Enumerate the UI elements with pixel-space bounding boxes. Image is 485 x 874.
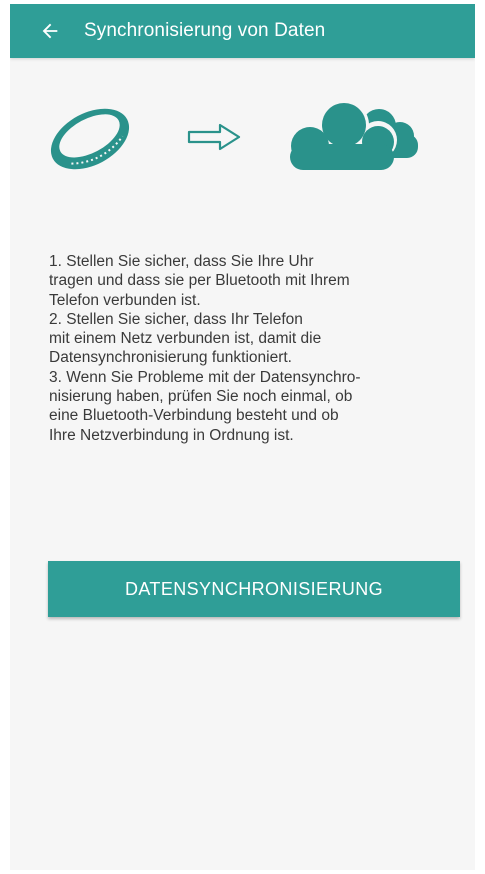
instruction-line: 3. Wenn Sie Probleme mit der Datensynchr… [49, 368, 361, 386]
fitness-band-icon [50, 108, 130, 170]
data-sync-button[interactable]: DATENSYNCHRONISIERUNG [48, 561, 460, 617]
arrow-right-outline-icon [187, 123, 241, 151]
instruction-line: nisierung haben, prüfen Sie noch einmal,… [49, 388, 353, 406]
instruction-line: 2. Stellen Sie sicher, dass Ihr Telefon [49, 310, 303, 328]
instruction-line: 1. Stellen Sie sicher, dass Sie Ihre Uhr [49, 253, 314, 270]
sync-instructions: 1. Stellen Sie sicher, dass Sie Ihre Uhr… [49, 252, 469, 445]
cloud-icon [290, 100, 418, 170]
sync-screen: Synchronisierung von Daten 1. Stellen Si… [10, 4, 475, 870]
back-button[interactable] [30, 11, 70, 51]
app-bar: Synchronisierung von Daten [10, 4, 475, 58]
sync-illustration [10, 90, 475, 190]
instruction-line: mit einem Netz verbunden ist, damit die [49, 330, 322, 348]
instruction-line: Datensynchronisierung funktioniert. [49, 349, 292, 367]
instruction-line: Ihre Netzverbindung in Ordnung ist. [49, 426, 294, 444]
arrow-left-icon [42, 23, 58, 39]
instruction-line: eine Bluetooth-Verbindung besteht und ob [49, 407, 339, 425]
instruction-line: Telefon verbunden ist. [49, 291, 201, 309]
page-title: Synchronisierung von Daten [84, 20, 326, 41]
instruction-line: tragen und dass sie per Bluetooth mit Ih… [49, 272, 350, 290]
